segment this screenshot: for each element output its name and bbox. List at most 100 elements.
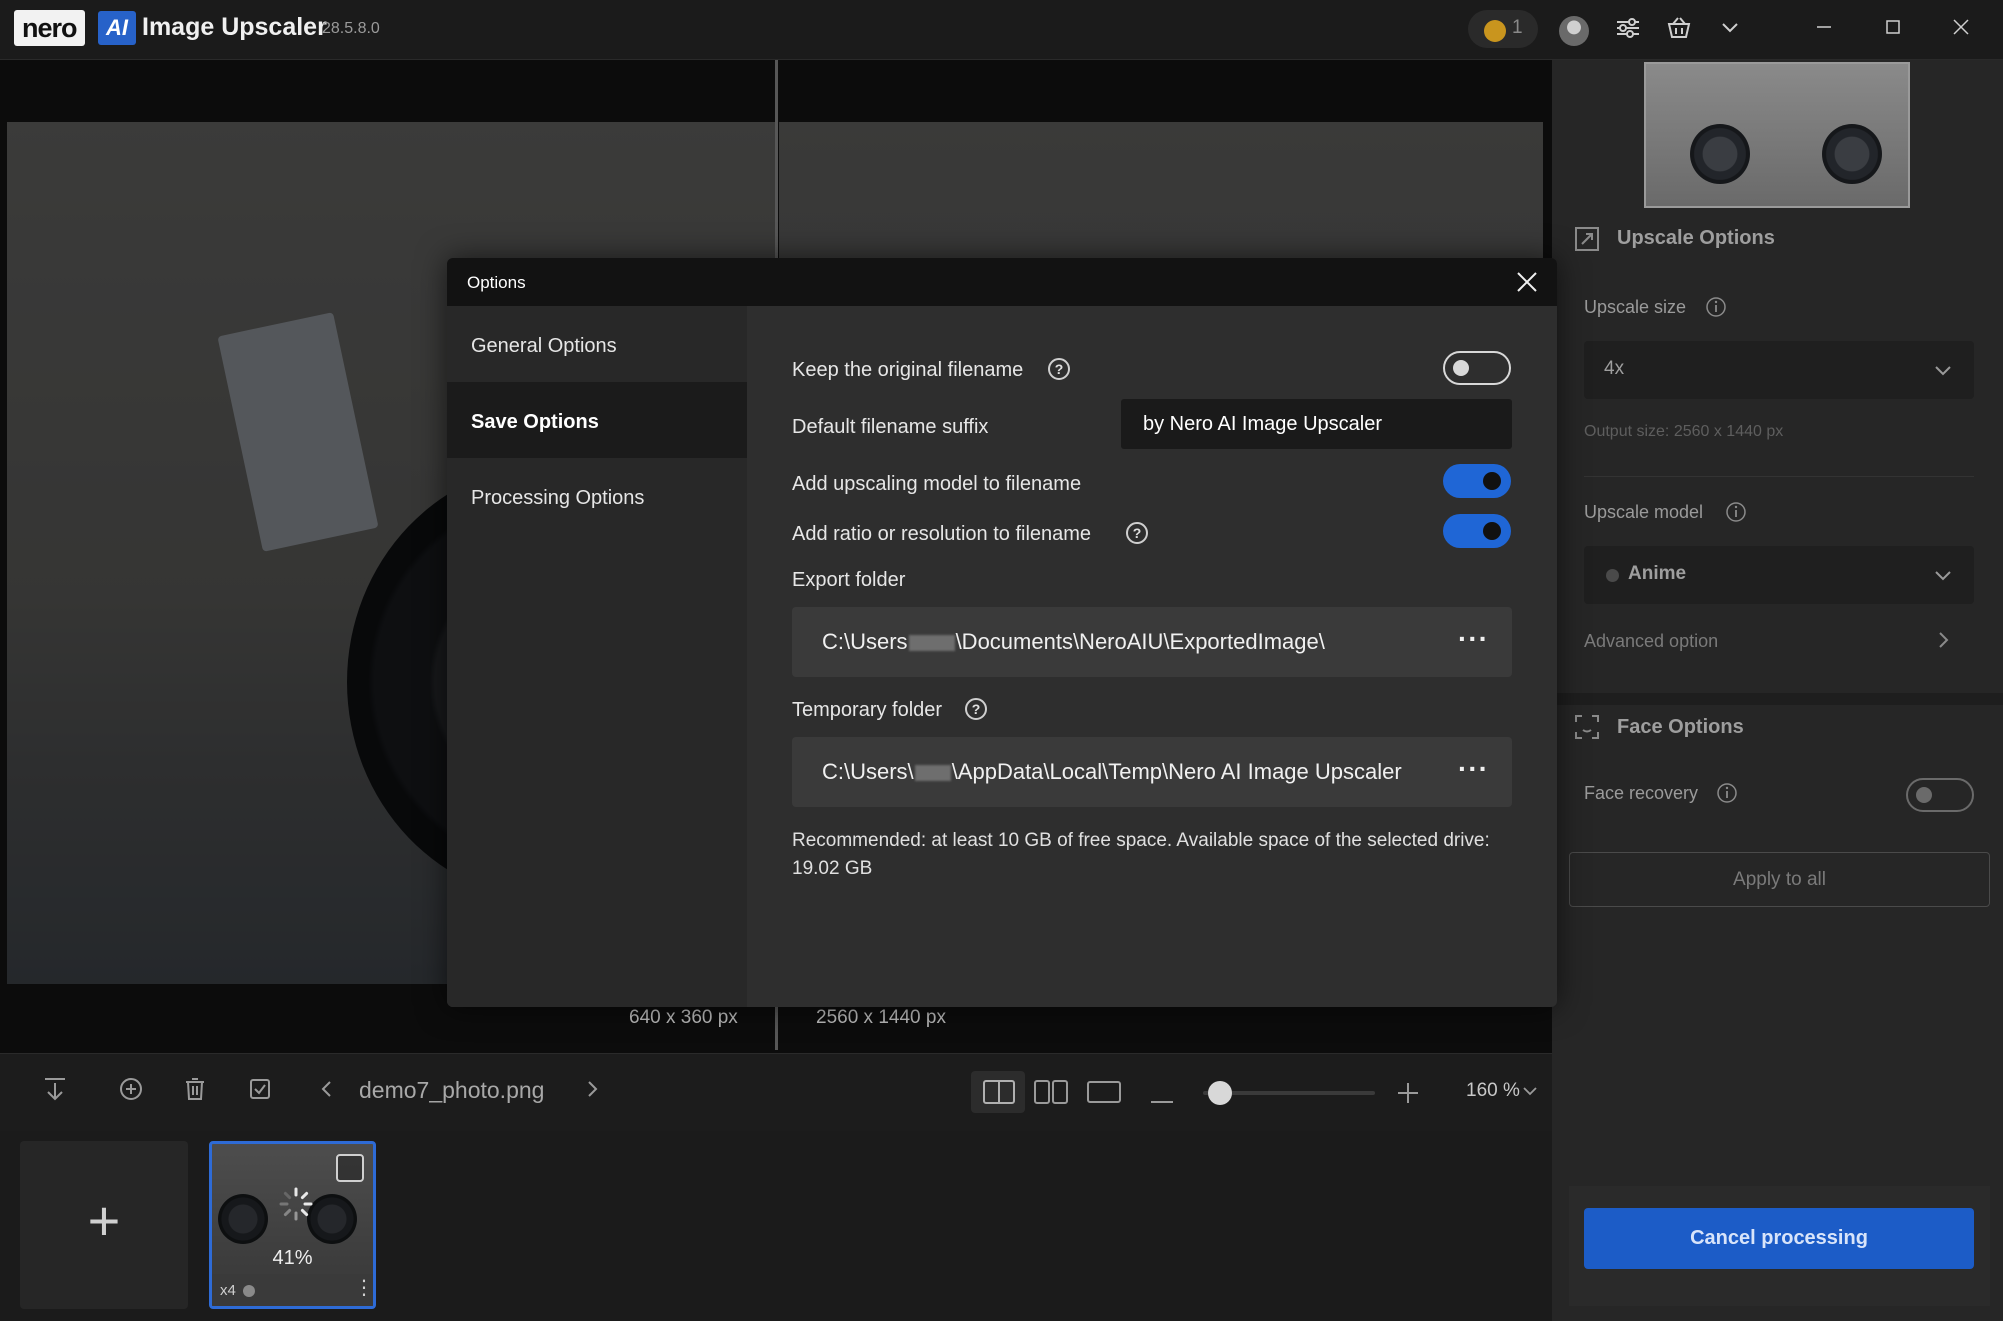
temp-path-end: \AppData\Local\Temp\Nero AI Image Upscal… <box>951 759 1402 784</box>
info-icon[interactable] <box>1716 782 1738 809</box>
browse-dots-icon[interactable]: ··· <box>1458 623 1489 655</box>
space-recommendation: Recommended: at least 10 GB of free spac… <box>792 830 1490 879</box>
apply-to-all-button[interactable]: Apply to all <box>1569 852 1990 907</box>
upscale-size-label: Upscale size <box>1584 297 1687 317</box>
chevron-down-icon[interactable] <box>1713 15 1747 45</box>
split-view-button[interactable] <box>971 1071 1025 1113</box>
suffix-input-value: by Nero AI Image Upscaler <box>1143 413 1382 435</box>
close-icon[interactable] <box>1515 270 1539 299</box>
zoom-in-icon[interactable] <box>1396 1081 1420 1110</box>
filmstrip: + 41% x4 ⋮ <box>0 1131 1552 1321</box>
keep-filename-toggle[interactable] <box>1443 351 1511 385</box>
preview-thumbnail[interactable] <box>1644 62 1910 208</box>
user-avatar[interactable] <box>1559 16 1589 46</box>
previous-file-icon[interactable] <box>310 1075 344 1113</box>
redacted-username <box>914 765 951 782</box>
export-folder-path: C:\Users \Documents\NeroAIU\ExportedImage… <box>822 629 1325 655</box>
face-scan-icon <box>1574 714 1600 745</box>
zoom-level[interactable]: 160 % <box>1466 1080 1520 1102</box>
select-all-icon[interactable] <box>243 1075 277 1113</box>
toggle-knob <box>1916 787 1932 803</box>
export-folder-field[interactable]: C:\Users \Documents\NeroAIU\ExportedImage… <box>792 607 1512 677</box>
trash-icon[interactable] <box>178 1075 212 1113</box>
thumbnail-checkbox[interactable] <box>336 1154 364 1182</box>
add-ratio-toggle[interactable] <box>1443 514 1511 548</box>
upscaled-size-label: 2560 x 1440 px <box>816 1007 946 1028</box>
model-dot-icon <box>1606 569 1619 582</box>
upscale-model-value: Anime <box>1628 563 1687 584</box>
ai-logo: AI <box>98 11 136 45</box>
add-image-button[interactable]: + <box>20 1141 188 1309</box>
section-gap <box>1552 693 2003 705</box>
model-dot-icon <box>243 1285 255 1297</box>
face-recovery-toggle[interactable] <box>1906 778 1974 812</box>
close-window-icon[interactable] <box>1944 15 1978 45</box>
current-filename: demo7_photo.png <box>359 1077 545 1103</box>
dialog-sidebar: General Options Save Options Processing … <box>447 306 747 1007</box>
cancel-processing-button[interactable]: Cancel processing <box>1584 1208 1974 1269</box>
thumb-wheel-shape <box>1690 124 1750 184</box>
dialog-title: Options <box>467 273 526 292</box>
upscale-model-select[interactable]: Anime <box>1584 546 1974 604</box>
bottom-toolbar: demo7_photo.png 160 % <box>0 1053 1552 1131</box>
settings-sliders-icon[interactable] <box>1611 15 1645 45</box>
help-icon[interactable]: ? <box>965 698 987 720</box>
add-model-toggle[interactable] <box>1443 464 1511 498</box>
export-path-end: \Documents\NeroAIU\ExportedImage\ <box>955 629 1325 654</box>
more-vertical-icon[interactable]: ⋮ <box>354 1278 373 1298</box>
loading-spinner-icon <box>278 1186 314 1227</box>
export-folder-label: Export folder <box>792 569 906 591</box>
nav-general-options[interactable]: General Options <box>447 306 747 382</box>
upscale-options-icon <box>1574 226 1600 257</box>
zoom-slider-handle[interactable] <box>1208 1081 1233 1105</box>
toggle-knob <box>1453 360 1469 376</box>
temp-folder-label: Temporary folder <box>792 699 943 721</box>
nero-logo: nero <box>14 10 85 46</box>
temp-path-start: C:\Users\ <box>822 759 914 784</box>
info-icon[interactable] <box>1705 296 1727 323</box>
add-ratio-label: Add ratio or resolution to filename <box>792 523 1092 545</box>
basket-icon[interactable] <box>1662 15 1696 45</box>
zoom-out-icon[interactable] <box>1151 1091 1173 1109</box>
processing-progress: 41% <box>272 1247 313 1269</box>
face-recovery-label: Face recovery <box>1584 783 1699 803</box>
nav-save-options[interactable]: Save Options <box>447 382 747 458</box>
download-icon[interactable] <box>38 1075 72 1113</box>
app-title: Image Upscaler <box>142 13 327 41</box>
temp-folder-field[interactable]: C:\Users\ \AppData\Local\Temp\Nero AI Ima… <box>792 737 1512 807</box>
chevron-down-icon[interactable] <box>1521 1082 1539 1105</box>
help-icon[interactable]: ? <box>1048 358 1070 380</box>
next-file-icon[interactable] <box>575 1075 609 1113</box>
browse-dots-icon[interactable]: ··· <box>1458 753 1489 785</box>
upscale-model-label: Upscale model <box>1584 502 1704 522</box>
upscale-size-value: 4x <box>1604 358 1625 379</box>
face-options-title: Face Options <box>1617 716 1744 738</box>
add-circle-icon[interactable] <box>114 1075 148 1113</box>
maximize-icon[interactable] <box>1876 15 1910 45</box>
single-view-icon[interactable] <box>1087 1080 1121 1109</box>
temp-folder-path: C:\Users\ \AppData\Local\Temp\Nero AI Ima… <box>822 759 1402 785</box>
suffix-input[interactable]: by Nero AI Image Upscaler <box>1121 399 1512 449</box>
divider <box>1584 476 1974 477</box>
options-dialog: Options General Options Save Options Pro… <box>447 258 1557 1007</box>
thumbnail-scale: x4 <box>220 1282 236 1299</box>
suffix-label: Default filename suffix <box>792 416 989 438</box>
side-by-side-view-icon[interactable] <box>1034 1080 1068 1109</box>
chevron-right-icon[interactable] <box>1932 629 1954 656</box>
app-version: 28.5.8.0 <box>322 20 380 37</box>
help-icon[interactable]: ? <box>1126 522 1148 544</box>
info-icon[interactable] <box>1725 501 1747 528</box>
add-model-label: Add upscaling model to filename <box>792 473 1082 495</box>
nav-processing-options[interactable]: Processing Options <box>447 458 747 534</box>
chevron-down-icon <box>1932 564 1954 591</box>
dialog-header: Options <box>447 258 1557 306</box>
coin-icon <box>1484 20 1506 42</box>
credits-count: 1 <box>1512 17 1523 38</box>
keep-filename-label: Keep the original filename <box>792 359 1024 381</box>
toggle-knob <box>1483 472 1501 490</box>
thumbnail-item[interactable]: 41% x4 ⋮ <box>209 1141 376 1309</box>
output-size-text: Output size: 2560 x 1440 px <box>1584 423 1784 440</box>
minimize-icon[interactable] <box>1807 15 1841 45</box>
advanced-option-link[interactable]: Advanced option <box>1584 631 1718 652</box>
upscale-size-select[interactable]: 4x <box>1584 341 1974 399</box>
